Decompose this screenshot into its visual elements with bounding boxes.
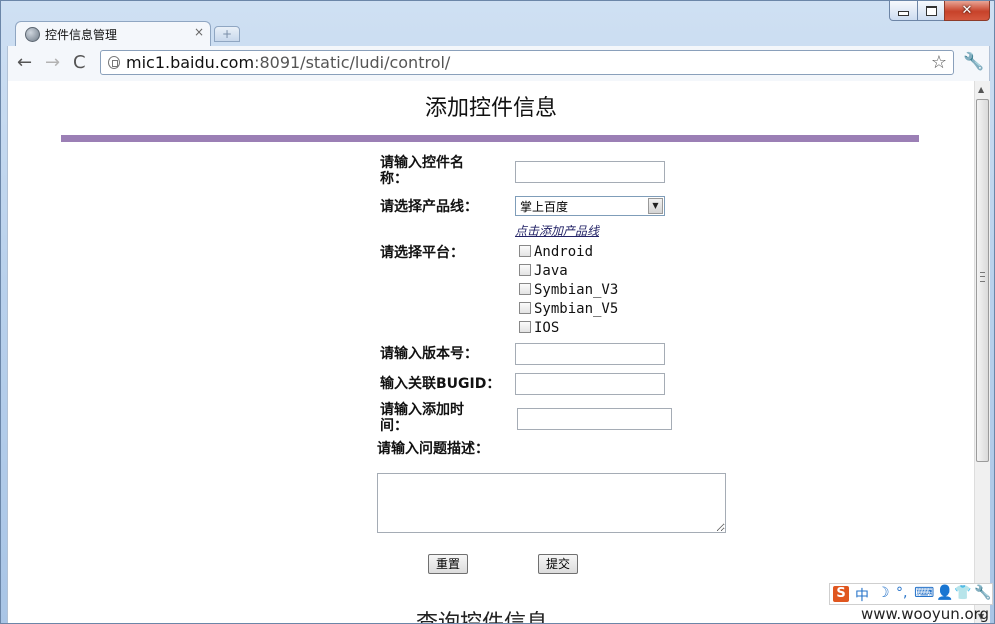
product-line-selected: 掌上百度 (520, 200, 569, 214)
platform-checkbox-ios[interactable]: IOS (519, 321, 559, 335)
tab-title: 控件信息管理 (45, 28, 118, 42)
url-host: mic1.baidu.com (126, 53, 255, 72)
scroll-up-icon[interactable]: ▲ (978, 85, 984, 94)
checkbox-icon (519, 245, 531, 257)
new-tab-button[interactable]: + (214, 26, 240, 42)
control-name-label-line1: 请输入控件名 (380, 155, 464, 171)
platform-option-label: Symbian_V3 (534, 282, 619, 298)
version-input[interactable] (515, 343, 665, 365)
vertical-scrollbar[interactable]: ▲ ▼ (974, 81, 990, 623)
control-name-input[interactable] (515, 161, 665, 183)
ime-toolbar: S 中 ☽ °, ⌨ 👤 👕 🔧 (829, 583, 993, 605)
checkbox-icon (519, 321, 531, 333)
add-time-input[interactable] (517, 408, 672, 430)
control-name-label-line2: 称： (380, 171, 408, 187)
browser-toolbar: ← → C mic1.baidu.com:8091/static/ludi/co… (7, 46, 990, 81)
platform-checkbox-symbian-v5[interactable]: Symbian_V5 (519, 302, 618, 316)
add-time-label-line1: 请输入添加时 (380, 402, 464, 418)
page-viewport: 添加控件信息 请输入控件名 称： 请选择产品线： 掌上百度 ▼ 点击添加产品线 … (7, 81, 990, 624)
product-line-label: 请选择产品线： (380, 199, 478, 215)
close-icon: ✕ (961, 3, 973, 18)
query-section-title: 查询控件信息 (416, 611, 549, 624)
ime-mode-chinese[interactable]: 中 (855, 585, 869, 605)
globe-icon (25, 27, 40, 42)
bugid-input[interactable] (515, 373, 665, 395)
moon-icon[interactable]: ☽ (877, 585, 890, 601)
browser-window: ✕ 控件信息管理 × + ← → C mic1.baidu.com:8091/s… (0, 0, 995, 624)
minimize-button[interactable] (889, 1, 918, 21)
tab-close-icon[interactable]: × (194, 25, 204, 39)
reload-icon[interactable]: C (73, 52, 86, 74)
platform-option-label: Android (534, 244, 594, 260)
shirt-icon[interactable]: 👕 (954, 585, 971, 601)
maximize-icon (925, 5, 937, 16)
page-title: 添加控件信息 (424, 96, 557, 121)
address-bar[interactable]: mic1.baidu.com:8091/static/ludi/control/… (100, 50, 954, 75)
chevron-down-icon: ▼ (648, 198, 663, 214)
add-time-label-line2: 间： (380, 418, 408, 434)
star-icon[interactable]: ☆ (931, 52, 947, 73)
control-name-label: 请输入控件名 称： (380, 156, 464, 186)
bugid-label: 输入关联BUGID： (380, 376, 501, 392)
platform-checkbox-android[interactable]: Android (519, 245, 593, 259)
close-window-button[interactable]: ✕ (944, 1, 990, 21)
wrench-icon[interactable]: 🔧 (963, 52, 984, 72)
checkbox-icon (519, 264, 531, 276)
checkbox-icon (519, 302, 531, 314)
product-line-select[interactable]: 掌上百度 ▼ (515, 196, 665, 216)
keyboard-icon[interactable]: ⌨ (914, 585, 934, 601)
user-icon[interactable]: 👤 (936, 585, 953, 601)
add-time-label: 请输入添加时 间： (380, 403, 464, 433)
url-path: :8091/static/ludi/control/ (254, 53, 451, 72)
platform-option-label: Symbian_V5 (534, 301, 619, 317)
description-label: 请输入问题描述： (377, 441, 489, 457)
page-icon (108, 56, 120, 69)
back-arrow-icon[interactable]: ← (17, 52, 32, 74)
add-product-line-link[interactable]: 点击添加产品线 (515, 222, 599, 239)
title-divider (61, 135, 919, 142)
sogou-logo-icon[interactable]: S (833, 586, 849, 602)
platform-label: 请选择平台： (380, 245, 464, 261)
punctuation-icon[interactable]: °, (896, 585, 907, 601)
scrollbar-thumb[interactable] (976, 99, 989, 462)
platform-option-label: Java (534, 263, 568, 279)
description-textarea[interactable] (377, 473, 726, 533)
platform-checkbox-symbian-v3[interactable]: Symbian_V3 (519, 283, 618, 297)
watermark-text: www.wooyun.org (861, 605, 990, 623)
version-label: 请输入版本号： (380, 346, 478, 362)
checkbox-icon (519, 283, 531, 295)
tool-icon[interactable]: 🔧 (974, 585, 991, 601)
maximize-button[interactable] (917, 1, 945, 21)
url-text[interactable]: mic1.baidu.com:8091/static/ludi/control/ (126, 53, 450, 72)
grip-icon (980, 272, 985, 282)
browser-tab[interactable]: 控件信息管理 × (15, 21, 211, 47)
forward-arrow-icon[interactable]: → (45, 52, 60, 74)
submit-button[interactable]: 提交 (538, 554, 578, 574)
platform-checkbox-java[interactable]: Java (519, 264, 568, 278)
minimize-icon (898, 11, 909, 16)
reset-button[interactable]: 重置 (428, 554, 468, 574)
platform-option-label: IOS (534, 320, 560, 336)
